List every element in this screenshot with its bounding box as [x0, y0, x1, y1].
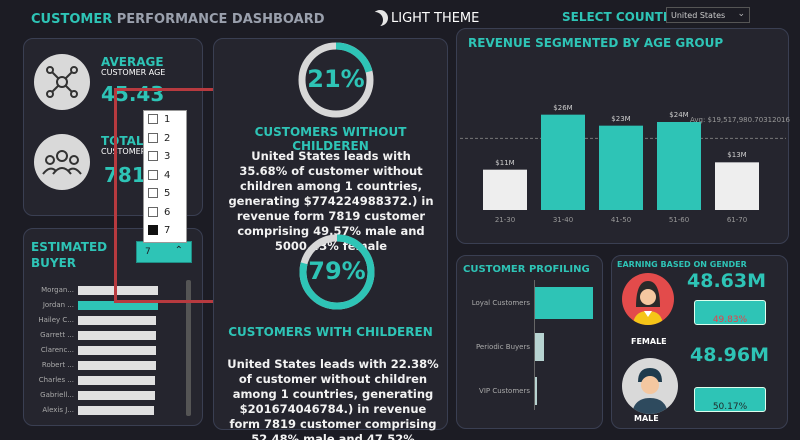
male-pct-badge: 50.17% — [694, 387, 766, 412]
country-value: United States — [671, 11, 726, 20]
profiling-label: Periodic Buyers — [475, 343, 530, 351]
bar-category-label: 61-70 — [726, 216, 748, 224]
revenue-bar-chart — [460, 114, 786, 210]
bar-category-label: 51-60 — [668, 216, 690, 224]
buyer-name: Morgan... — [41, 286, 74, 294]
with-children-text: United States leads with 22.38% of custo… — [227, 357, 439, 440]
title-rest: PERFORMANCE DASHBOARD — [112, 12, 325, 27]
profiling-bar[interactable] — [535, 377, 537, 405]
bar-value-label: $24M — [669, 111, 689, 119]
buyer-bar[interactable] — [78, 316, 157, 325]
bar-value-label: $13M — [727, 151, 747, 160]
customer-profiling-title: CUSTOMER PROFILING — [463, 264, 590, 275]
people-group-icon — [34, 134, 90, 190]
estimated-buyer-title-line1: ESTIMATED — [31, 240, 108, 254]
male-label: MALE — [634, 414, 659, 423]
bar-value-label: $11M — [495, 158, 515, 167]
buyer-name: Clarenc... — [40, 346, 74, 354]
bar-value-label: $26M — [553, 103, 573, 112]
buyer-bar[interactable] — [78, 331, 157, 340]
revenue-bar[interactable] — [657, 122, 701, 210]
average-line-label: Avg: $19,517,980.70312016 — [690, 116, 790, 124]
select-country-label: SELECT COUNTRY — [562, 10, 681, 24]
profiling-bar[interactable] — [535, 333, 544, 361]
avg-age-subtitle: CUSTOMER AGE — [101, 68, 166, 77]
theme-label: LIGHT THEME — [391, 10, 480, 26]
buyer-name: Robert ... — [41, 361, 74, 369]
buyer-name: Gabriell... — [40, 391, 74, 399]
buyer-name: Garrett ... — [40, 331, 74, 339]
female-avatar-icon — [622, 273, 674, 325]
buyer-name: Alexis J... — [42, 406, 74, 414]
male-avatar-icon — [622, 358, 678, 414]
moon-icon — [372, 10, 388, 26]
buyer-name: Hailey C... — [38, 316, 74, 324]
bar-category-label: 41-50 — [610, 216, 632, 224]
buyer-name: Jordan ... — [42, 301, 74, 309]
chevron-down-icon: ⌄ — [737, 9, 745, 19]
female-pct: 49.83% — [712, 315, 748, 325]
bar-category-label: 21-30 — [494, 216, 516, 224]
dashboard-title: CUSTOMER PERFORMANCE DASHBOARD — [31, 12, 325, 27]
customer-profiling-panel — [456, 255, 603, 429]
male-pct: 50.17% — [712, 402, 748, 412]
title-bold: CUSTOMER — [31, 12, 113, 27]
gender-earnings-title: EARNING BASED ON GENDER — [617, 260, 747, 269]
with-children-percent: 79% — [308, 257, 366, 285]
revenue-bar[interactable] — [541, 114, 585, 210]
profiling-label: Loyal Customers — [471, 299, 530, 307]
female-amount: 48.63M — [687, 270, 767, 292]
buyer-bar[interactable] — [78, 376, 155, 385]
revenue-bar[interactable] — [483, 169, 527, 210]
bar-category-label: 31-40 — [552, 216, 574, 224]
profiling-label: VIP Customers — [479, 387, 530, 395]
with-children-title: CUSTOMERS WITH CHILDEREN — [228, 325, 433, 339]
buyer-name: Charles ... — [38, 376, 74, 384]
selection-highlight-box — [114, 88, 221, 303]
bar-value-label: $23M — [611, 114, 631, 123]
male-amount: 48.96M — [690, 344, 770, 366]
buyer-bar[interactable] — [78, 391, 155, 400]
estimated-buyer-title: ESTIMATED BUYER — [31, 239, 107, 271]
without-children-percent: 21% — [307, 65, 365, 93]
female-label: FEMALE — [631, 337, 667, 346]
female-pct-badge: 49.83% — [694, 300, 766, 325]
network-people-icon — [34, 54, 90, 110]
revenue-chart-title: REVENUE SEGMENTED BY AGE GROUP — [468, 36, 724, 50]
country-dropdown[interactable]: United States ⌄ — [666, 7, 750, 23]
estimated-buyer-title-line2: BUYER — [31, 256, 77, 270]
buyer-bar[interactable] — [78, 406, 154, 415]
buyer-bar[interactable] — [78, 361, 156, 370]
revenue-bar[interactable] — [715, 162, 759, 210]
avg-age-title: AVERAGE — [101, 55, 164, 69]
profiling-bar[interactable] — [535, 287, 593, 319]
theme-toggle[interactable]: LIGHT THEME — [372, 8, 479, 28]
buyer-bar[interactable] — [78, 346, 156, 355]
revenue-bar[interactable] — [599, 125, 643, 210]
